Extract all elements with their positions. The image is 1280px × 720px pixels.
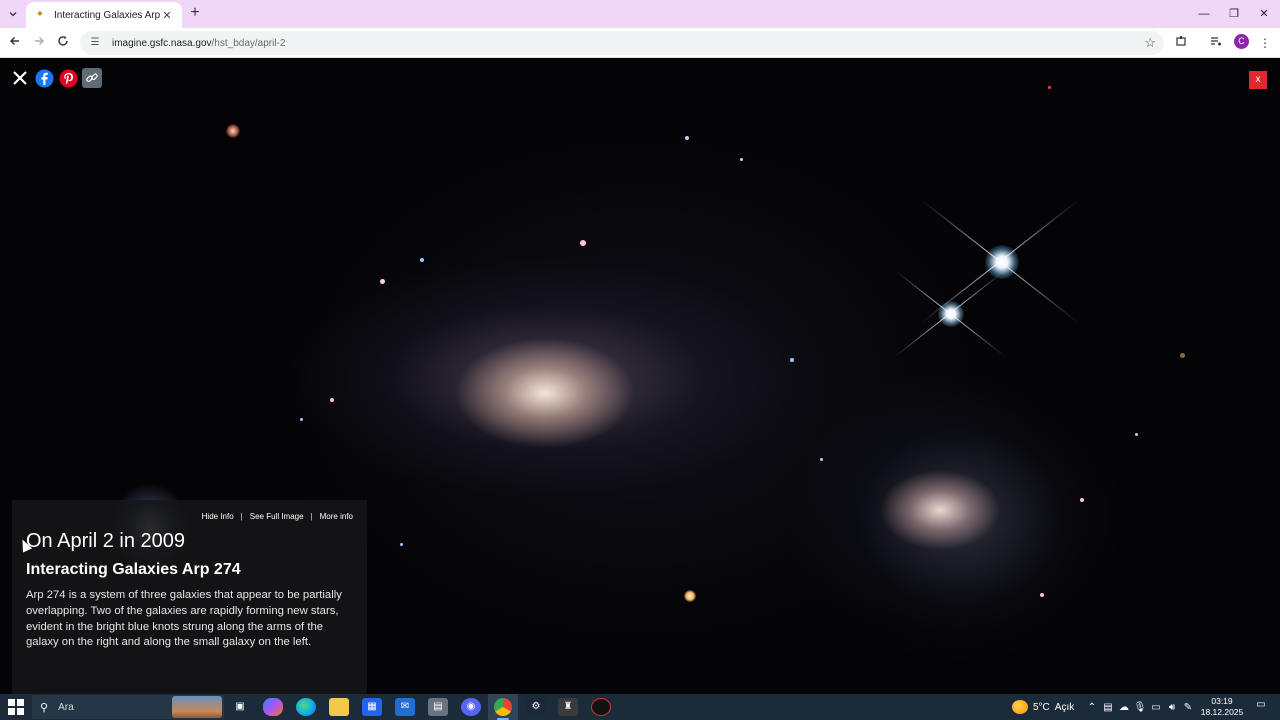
game-app-icon[interactable]: ♜: [558, 698, 578, 716]
tray-app-icon[interactable]: ▤: [1100, 702, 1116, 713]
recording-app-icon[interactable]: [591, 698, 611, 716]
notification-icon[interactable]: ▭: [1252, 699, 1270, 715]
network-icon[interactable]: ▭: [1148, 702, 1164, 713]
star-knot: [820, 458, 823, 461]
extensions-icon[interactable]: [1172, 34, 1190, 52]
tab-search-icon[interactable]: [4, 5, 22, 23]
star-knot: [790, 358, 794, 362]
store-icon[interactable]: ▦: [362, 698, 382, 716]
edge-icon[interactable]: [296, 698, 316, 716]
address-bar[interactable]: ☰ imagine.gsfc.nasa.gov/hst_bday/april-2…: [80, 31, 1164, 55]
menu-kebab-icon[interactable]: ⋮: [1256, 34, 1274, 52]
distant-galaxy: [1180, 353, 1185, 358]
facebook-share-icon[interactable]: [34, 68, 54, 88]
browser-tab[interactable]: ✦ Interacting Galaxies Arp 274 ✕: [26, 2, 182, 28]
weather-temp: 5°C: [1033, 701, 1050, 713]
forward-icon[interactable]: [30, 34, 48, 52]
star-knot: [420, 258, 424, 262]
media-control-icon[interactable]: [1207, 34, 1225, 52]
browser-toolbar: ☰ imagine.gsfc.nasa.gov/hst_bday/april-2…: [0, 28, 1280, 58]
volume-icon[interactable]: 🔊︎: [1164, 702, 1180, 713]
see-full-image-link[interactable]: See Full Image: [250, 512, 304, 521]
app-icon[interactable]: ▤: [428, 698, 448, 716]
x-share-icon[interactable]: [10, 68, 30, 88]
taskbar-search[interactable]: ⚲ Ara: [32, 695, 224, 719]
star-knot: [400, 543, 403, 546]
new-tab-button[interactable]: +: [186, 4, 204, 22]
microphone-icon[interactable]: 🎙︎: [1132, 702, 1148, 713]
minimize-icon[interactable]: —: [1194, 5, 1214, 23]
red-dot: [1048, 86, 1051, 89]
clock-date: 18.12.2025: [1200, 707, 1244, 717]
copy-link-icon[interactable]: [82, 68, 102, 88]
star-knot: [1040, 593, 1044, 597]
close-image-button[interactable]: x: [1249, 71, 1267, 89]
share-bar: [10, 68, 102, 88]
steam-icon[interactable]: ⚙: [526, 698, 546, 716]
clock-time: 03:19: [1211, 696, 1233, 706]
more-info-link[interactable]: More info: [320, 512, 353, 521]
discord-icon[interactable]: ◉: [461, 698, 481, 716]
search-placeholder: Ara: [58, 701, 74, 713]
star-knot: [1080, 498, 1084, 502]
window-close-icon[interactable]: ✕: [1254, 5, 1274, 23]
pen-icon[interactable]: ✎: [1180, 702, 1196, 713]
link-separator: |: [240, 512, 243, 521]
search-highlight-image: [172, 696, 222, 718]
weather-widget[interactable]: 5°C Açık: [1012, 694, 1074, 720]
task-view-icon[interactable]: ▣: [230, 698, 250, 716]
chrome-icon: [494, 698, 512, 716]
info-links: Hide Info | See Full Image | More info: [202, 512, 353, 521]
hide-info-link[interactable]: Hide Info: [202, 512, 234, 521]
weather-desc: Açık: [1054, 701, 1075, 713]
reload-icon[interactable]: [54, 34, 72, 52]
browser-tab-bar: ✦ Interacting Galaxies Arp 274 ✕ + — ❐ ✕: [0, 0, 1280, 28]
tab-title: Interacting Galaxies Arp 274: [54, 9, 160, 21]
windows-start-icon[interactable]: [8, 699, 24, 715]
nasa-favicon-icon: ✦: [35, 9, 45, 20]
star-knot: [740, 158, 743, 161]
file-explorer-icon[interactable]: [329, 698, 349, 716]
star-knot: [580, 240, 586, 246]
star-knot: [380, 279, 385, 284]
image-description: Arp 274 is a system of three galaxies th…: [26, 589, 342, 649]
tab-close-icon[interactable]: ✕: [160, 9, 174, 22]
image-title: Interacting Galaxies Arp 274: [26, 561, 241, 578]
url-host: imagine.gsfc.nasa.gov: [112, 37, 212, 49]
url-path: /hst_bday/april-2: [211, 37, 286, 49]
tray-cloud-icon[interactable]: ☁: [1116, 702, 1132, 713]
taskbar: ⚲ Ara ▣ ▦ ✉ ▤ ◉ ⚙ ♜ 5°C Açık ⌃ ▤ ☁ 🎙︎ ▭ …: [0, 694, 1280, 720]
pinterest-share-icon[interactable]: [58, 68, 78, 88]
orange-star: [684, 590, 696, 602]
profile-avatar[interactable]: C: [1234, 34, 1249, 49]
site-info-icon[interactable]: ☰: [88, 36, 102, 50]
star-knot: [685, 136, 689, 140]
star-knot: [1135, 433, 1138, 436]
red-star: [226, 124, 240, 138]
chrome-taskbar-active[interactable]: [488, 694, 518, 720]
link-separator: |: [310, 512, 313, 521]
bookmark-star-icon[interactable]: ☆: [1144, 35, 1156, 51]
restore-icon[interactable]: ❐: [1224, 5, 1244, 23]
clock[interactable]: 03:19 18.12.2025: [1200, 696, 1244, 718]
copilot-icon[interactable]: [263, 698, 283, 716]
tray-overflow-icon[interactable]: ⌃: [1084, 702, 1100, 713]
star-knot: [300, 418, 303, 421]
weather-icon: [1012, 700, 1028, 714]
search-icon: ⚲: [40, 701, 49, 714]
date-heading: On April 2 in 2009: [26, 530, 185, 552]
system-tray: ⌃ ▤ ☁ 🎙︎ ▭ 🔊︎ ✎: [1084, 694, 1196, 720]
outlook-icon[interactable]: ✉: [395, 698, 415, 716]
star-knot: [330, 398, 334, 402]
info-panel: Hide Info | See Full Image | More info O…: [12, 500, 367, 694]
back-icon[interactable]: [6, 34, 24, 52]
